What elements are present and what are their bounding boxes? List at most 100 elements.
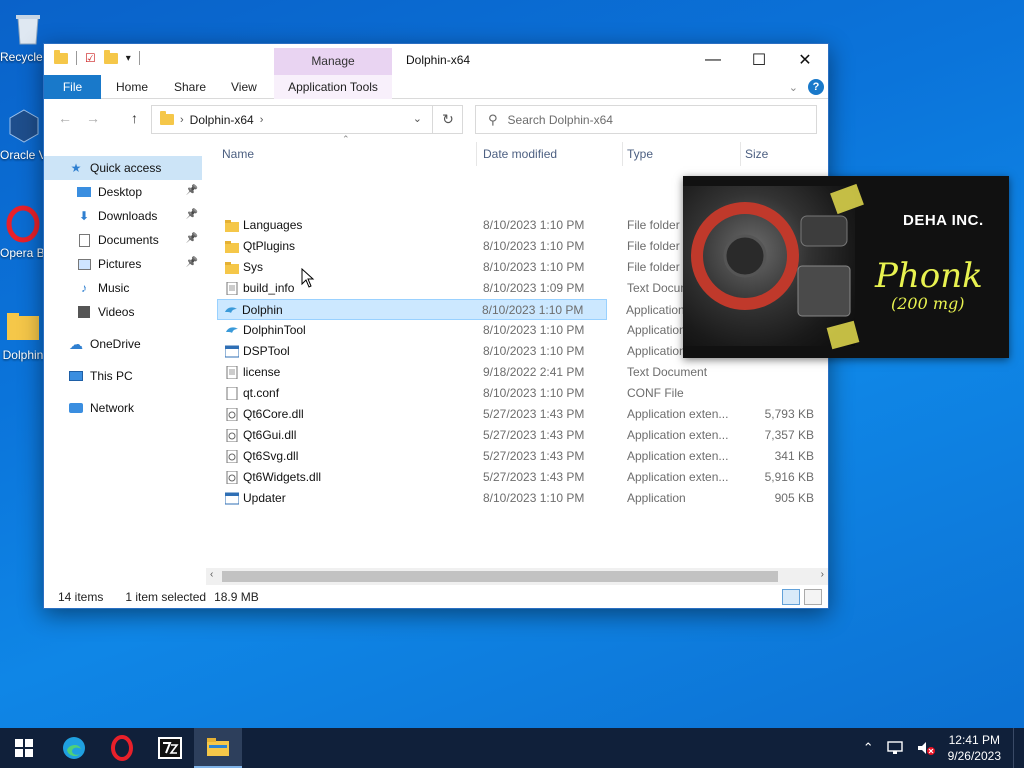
file-row[interactable]: Qt6Core.dll 5/27/2023 1:43 PM Application … [219,404,822,425]
chevron-down-icon[interactable]: ⌄ [789,81,798,94]
clock[interactable]: 12:41 PM 9/26/2023 [948,732,1001,764]
taskbar-opera-button[interactable] [98,728,146,768]
divider [138,51,140,65]
sidebar-item-quick-access[interactable]: ★ Quick access [44,156,202,180]
sidebar-item-label: Downloads [98,209,158,223]
sidebar-item-onedrive[interactable]: ☁ OneDrive [44,332,202,356]
file-date: 8/10/2023 1:10 PM [483,323,585,337]
file-row[interactable]: Updater 8/10/2023 1:10 PM Application 905 K… [219,488,822,509]
sidebar-item-documents[interactable]: Documents 📌 [44,228,202,252]
column-header-type[interactable]: Type [624,142,741,166]
title-bar: ☑ ▾ Manage Dolphin-x64 — ☐ ✕ [44,44,828,75]
tab-home[interactable]: Home [102,75,162,99]
sidebar-item-label: Quick access [90,161,162,175]
scrollbar-thumb[interactable] [222,571,778,582]
file-date: 5/27/2023 1:43 PM [483,407,585,421]
desktop-icon [76,185,92,199]
scroll-right-icon[interactable]: › [821,569,824,580]
horizontal-scrollbar[interactable]: ‹ › [206,568,828,585]
start-button[interactable] [0,728,48,768]
file-row[interactable]: Qt6Svg.dll 5/27/2023 1:43 PM Application e… [219,446,822,467]
address-bar[interactable]: › Dolphin-x64 › ⌄ [151,105,463,134]
up-arrow-icon[interactable]: ↑ [131,110,138,126]
chevron-down-icon[interactable]: ▾ [126,53,131,64]
sidebar-item-videos[interactable]: Videos [44,300,202,324]
file-row[interactable]: Qt6Widgets.dll 5/27/2023 1:43 PM Applicati… [219,467,822,488]
refresh-button[interactable]: ↻ [432,105,463,134]
selection-size: 18.9 MB [214,590,259,604]
file-name: Qt6Gui.dll [243,428,297,442]
search-input[interactable]: Search Dolphin-x64 [508,113,613,127]
minimize-button[interactable]: — [690,44,736,75]
desktop-virtualbox[interactable]: Oracle VM VirtualBox [0,106,48,162]
status-bar: 14 items 1 item selected 18.9 MB [44,586,828,608]
folder-icon [54,49,68,64]
tab-manage[interactable]: Manage [274,48,392,75]
item-count: 14 items [58,590,104,604]
column-header-date[interactable]: Date modified [480,142,623,166]
properties-icon[interactable]: ☑ [85,51,96,65]
column-header-size[interactable]: Size [742,142,822,166]
desktop-icon-label: Oracle VM VirtualBox [0,148,48,162]
tab-view[interactable]: View [217,75,271,99]
sidebar-item-pictures[interactable]: Pictures 📌 [44,252,202,276]
window-title: Dolphin-x64 [406,53,471,67]
breadcrumb-folder[interactable]: Dolphin-x64 [190,113,254,127]
back-arrow-icon[interactable]: ← [58,110,72,126]
maximize-button[interactable]: ☐ [736,44,782,75]
file-row[interactable]: Dolphin 8/10/2023 1:10 PM Application [217,299,685,320]
sidebar-item-music[interactable]: ♪ Music [44,276,202,300]
quick-access-toolbar: ☑ ▾ [54,49,140,65]
sidebar-item-downloads[interactable]: ⬇ Downloads 📌 [44,204,202,228]
cloud-icon: ☁ [69,335,83,352]
large-icons-view-button[interactable] [804,589,822,605]
network-icon[interactable] [886,740,904,756]
search-box[interactable]: ⚲ Search Dolphin-x64 [475,105,817,134]
file-type: Application exten... [627,407,729,421]
star-icon: ★ [70,161,82,175]
new-folder-icon[interactable] [103,49,118,64]
chevron-up-icon[interactable]: ⌃ [863,740,874,756]
taskbar: ⌃ 12:41 PM 9/26/2023 [0,728,1024,768]
close-button[interactable]: ✕ [782,44,828,75]
opera-icon [3,204,43,244]
file-row[interactable]: Qt6Gui.dll 5/27/2023 1:43 PM Application e… [219,425,822,446]
help-icon[interactable]: ? [808,79,824,95]
taskbar-edge-button[interactable] [50,728,98,768]
forward-arrow-icon[interactable]: → [86,110,100,126]
file-name: Languages [243,218,303,232]
taskbar-file-explorer-button[interactable] [194,728,242,768]
details-view-button[interactable] [782,589,800,605]
tab-share[interactable]: Share [160,75,220,99]
recycle-bin-icon [8,8,48,48]
column-header-name[interactable]: Name [219,142,477,166]
sidebar-item-network[interactable]: Network [44,396,202,420]
file-row[interactable]: license 9/18/2022 2:41 PM Text Document [219,362,822,383]
windows-start-icon [15,739,33,757]
file-size: 5,793 KB [764,407,814,421]
tab-file[interactable]: File [44,75,101,99]
show-desktop-button[interactable] [1013,728,1018,768]
computer-icon [68,369,84,383]
sidebar-item-label: This PC [90,369,133,383]
pin-icon: 📌 [185,209,198,220]
chevron-right-icon[interactable]: › [260,114,264,126]
sidebar-item-label: Desktop [98,185,143,199]
file-size: 341 KB [774,449,814,463]
file-row[interactable]: qt.conf 8/10/2023 1:10 PM CONF File [219,383,822,404]
desktop-dolphin[interactable]: Dolphin [0,306,46,362]
chevron-right-icon[interactable]: › [180,114,184,126]
sidebar-item-this-pc[interactable]: This PC [44,364,202,388]
chevron-down-icon[interactable]: ⌄ [413,112,422,125]
folder-icon [160,111,174,125]
file-type: Text Document [627,365,708,379]
sidebar-item-label: Network [90,401,135,415]
tab-application-tools[interactable]: Application Tools [274,75,392,99]
sidebar-item-desktop[interactable]: Desktop 📌 [44,180,202,204]
taskbar-7zip-button[interactable] [146,728,194,768]
file-name: license [243,365,281,379]
desktop-opera[interactable]: Opera Browser [0,204,46,260]
scroll-left-icon[interactable]: ‹ [210,569,213,580]
volume-muted-icon[interactable] [916,740,936,756]
file-date: 8/10/2023 1:09 PM [483,281,585,295]
